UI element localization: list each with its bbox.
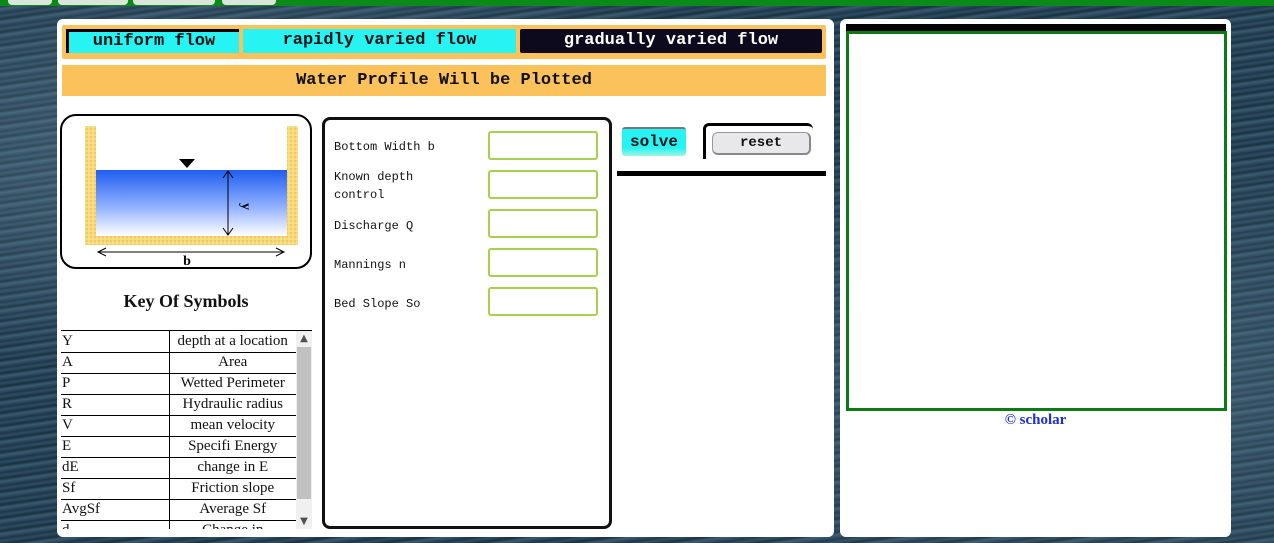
description-cell: Wetted Perimeter (169, 373, 296, 395)
description-cell: depth at a location (169, 331, 296, 353)
known-depth-label: Known depth control (334, 170, 414, 202)
discharge-field[interactable] (488, 209, 598, 238)
symbol-cell: AvgSf (61, 499, 170, 521)
solve-button[interactable]: solve (622, 127, 686, 156)
description-cell: Average Sf (169, 499, 296, 521)
table-row: dChange in (61, 520, 296, 529)
tab-gradually-varied-flow[interactable]: gradually varied flow (520, 29, 822, 53)
top-tab[interactable] (222, 0, 276, 5)
tab-uniform-flow[interactable]: uniform flow (66, 29, 239, 53)
bed-slope-label: Bed Slope So (334, 297, 421, 311)
bottom-width-field[interactable] (488, 131, 598, 160)
description-cell: Area (169, 352, 296, 374)
bed-slope-field[interactable] (488, 287, 598, 316)
discharge-label: Discharge Q (334, 219, 414, 233)
water-profile-plot (846, 31, 1227, 411)
table-scrollbar[interactable]: ▲ ▼ (296, 331, 312, 529)
plot-top-bar (846, 24, 1226, 31)
top-tab[interactable] (58, 0, 128, 5)
table-row: E Specifi Energy (61, 436, 296, 458)
description-cell: change in E (169, 457, 296, 479)
symbol-cell: P (61, 373, 170, 395)
scrollbar-thumb[interactable] (297, 347, 311, 499)
symbol-table-container[interactable]: Ydepth at a location A Area P Wetted Perim… (61, 330, 312, 529)
reset-button-frame: reset (703, 123, 813, 159)
channel-section-diagram: y b (85, 126, 298, 269)
table-row: Vmean velocity (61, 415, 296, 437)
table-row: AvgSf Average Sf (61, 499, 296, 521)
credit-text: © scholar (1004, 412, 1067, 428)
symbol-cell: R (61, 394, 170, 416)
description-cell: Hydraulic radius (169, 394, 296, 416)
divider (617, 171, 826, 176)
reset-button[interactable]: reset (712, 132, 811, 155)
chevron-up-icon[interactable]: ▲ (296, 331, 312, 347)
right-wall (287, 126, 298, 244)
table-row: A Area (61, 352, 296, 374)
chevron-down-icon[interactable]: ▼ (296, 514, 312, 529)
mannings-field[interactable] (488, 248, 598, 277)
width-label: b (183, 254, 191, 267)
input-form: Bottom Width b Known depth control Disch… (322, 117, 612, 529)
symbol-cell: Sf (61, 478, 170, 500)
depth-label: y (238, 203, 253, 210)
bottom-width-label: Bottom Width b (334, 140, 435, 154)
status-message: Water Profile Will be Plotted (62, 65, 826, 96)
table-row: dE change in E (61, 457, 296, 479)
plot-panel: © scholar (840, 19, 1231, 537)
symbol-cell: Y (61, 331, 170, 353)
mannings-label: Mannings n (334, 258, 407, 272)
water-body (96, 170, 287, 236)
table-row: Ydepth at a location (61, 331, 296, 353)
known-depth-field[interactable] (488, 170, 598, 199)
top-tab[interactable] (133, 0, 215, 5)
description-cell: Specifi Energy (169, 436, 296, 458)
key-of-symbols-title: Key Of Symbols (123, 291, 249, 311)
channel-bed (85, 236, 298, 245)
symbol-cell: d (61, 520, 170, 529)
symbol-cell: dE (61, 457, 170, 479)
table-row: R Hydraulic radius (61, 394, 296, 416)
description-cell: Friction slope (169, 478, 296, 500)
channel-section-figure: y b (60, 114, 312, 269)
description-cell: mean velocity (169, 415, 296, 437)
description-cell: Change in (169, 520, 296, 529)
top-tab[interactable] (8, 0, 52, 5)
table-row: Sf Friction slope (61, 478, 296, 500)
flow-tab-bar: uniform flow rapidly varied flow gradual… (62, 25, 826, 59)
symbol-cell: A (61, 352, 170, 374)
main-panel: uniform flow rapidly varied flow gradual… (57, 19, 834, 537)
water-surface-marker (179, 159, 195, 168)
symbol-cell: E (61, 436, 170, 458)
table-row: P Wetted Perimeter (61, 373, 296, 395)
tab-rapidly-varied-flow[interactable]: rapidly varied flow (243, 29, 516, 53)
symbol-table: Ydepth at a location A Area P Wetted Perim… (61, 331, 296, 529)
symbol-cell: V (61, 415, 170, 437)
left-wall (85, 126, 96, 244)
